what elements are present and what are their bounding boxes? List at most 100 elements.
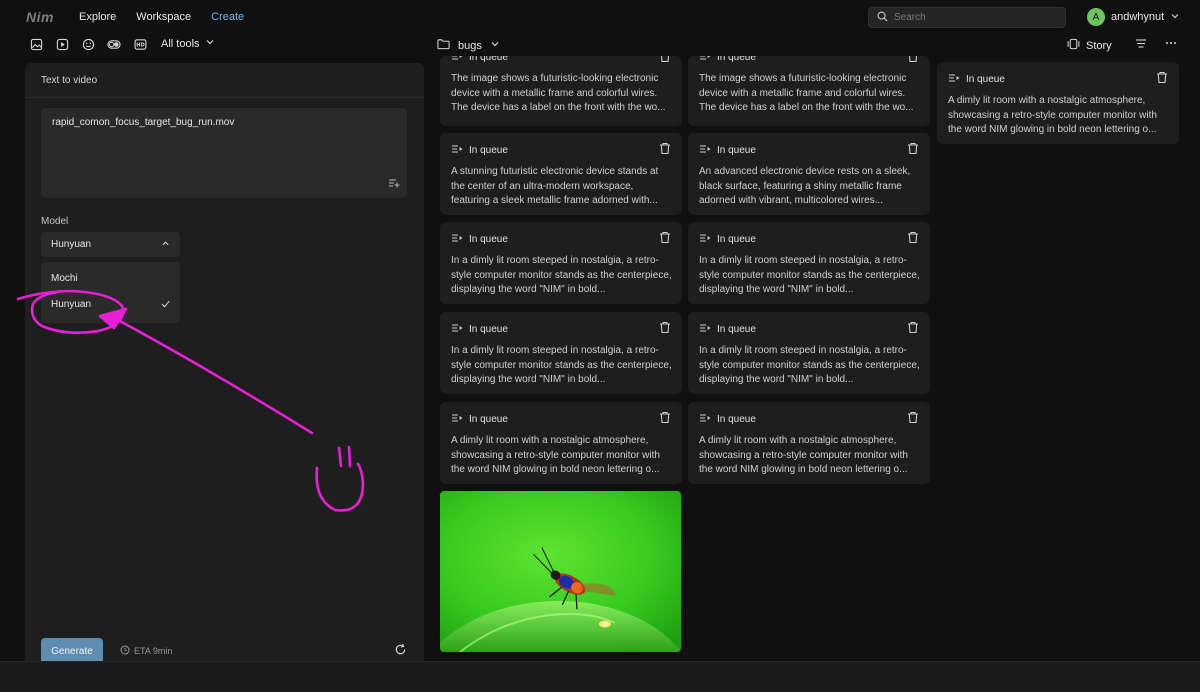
queue-card-prompt: A dimly lit room with a nostalgic atmosp… bbox=[948, 95, 1157, 136]
chevron-down-icon[interactable] bbox=[1170, 11, 1180, 24]
queue-status: In queue bbox=[699, 144, 756, 157]
queue-icon bbox=[699, 56, 711, 64]
nav-explore[interactable]: Explore bbox=[79, 11, 116, 23]
queue-status-label: In queue bbox=[717, 56, 756, 63]
queue-icon bbox=[699, 233, 711, 246]
panel-title: Text to video bbox=[41, 75, 98, 86]
queue-status-label: In queue bbox=[717, 234, 756, 245]
queue-icon bbox=[699, 413, 711, 426]
generated-bug-video[interactable] bbox=[440, 491, 681, 652]
queue-card[interactable]: In queue A stunning futuristic electronic… bbox=[440, 133, 682, 215]
more-options-icon[interactable] bbox=[1165, 36, 1177, 52]
queue-status: In queue bbox=[451, 323, 508, 336]
queue-card-prompt: In a dimly lit room steeped in nostalgia… bbox=[451, 255, 672, 296]
search-box[interactable] bbox=[868, 7, 1066, 28]
prompt-textarea[interactable]: rapid_comon_focus_target_bug_run.mov bbox=[41, 108, 407, 198]
trash-icon[interactable] bbox=[907, 321, 919, 337]
folder-icon bbox=[437, 38, 450, 53]
image-icon[interactable] bbox=[28, 36, 44, 52]
queue-icon bbox=[948, 73, 960, 86]
bug-image bbox=[440, 491, 681, 652]
prompt-text[interactable]: rapid_comon_focus_target_bug_run.mov bbox=[52, 117, 234, 128]
queue-card[interactable]: In queue A dimly lit room with a nostalgi… bbox=[937, 62, 1179, 144]
check-icon bbox=[161, 299, 170, 311]
trash-icon[interactable] bbox=[907, 56, 919, 66]
model-option-mochi[interactable]: Mochi bbox=[51, 273, 78, 284]
queue-status-label: In queue bbox=[469, 414, 508, 425]
queue-card[interactable]: In queue The image shows a futuristic-loo… bbox=[688, 56, 930, 126]
trash-icon[interactable] bbox=[659, 231, 671, 247]
app-logo[interactable]: Nim bbox=[26, 9, 54, 25]
search-input[interactable] bbox=[894, 12, 1054, 23]
model-select[interactable]: Hunyuan bbox=[41, 232, 180, 257]
trash-icon[interactable] bbox=[907, 142, 919, 158]
model-selected-value: Hunyuan bbox=[51, 239, 92, 250]
search-icon bbox=[877, 11, 888, 25]
divider bbox=[25, 97, 424, 98]
queue-card[interactable]: In queue In a dimly lit room steeped in n… bbox=[688, 222, 930, 304]
toolbar: HD All tools bugs Story bbox=[0, 34, 1200, 56]
list-view-icon[interactable] bbox=[1135, 38, 1147, 52]
chevron-down-icon bbox=[490, 39, 500, 52]
queue-icon bbox=[451, 144, 463, 157]
prompt-enhance-icon[interactable] bbox=[388, 178, 400, 191]
queue-card[interactable]: In queue In a dimly lit room steeped in n… bbox=[440, 222, 682, 304]
queue-status: In queue bbox=[451, 233, 508, 246]
queue-status: In queue bbox=[699, 233, 756, 246]
queue-icon bbox=[699, 144, 711, 157]
queue-status-label: In queue bbox=[966, 74, 1005, 85]
nav-create[interactable]: Create bbox=[211, 11, 244, 23]
eta-indicator: ETA 9min bbox=[120, 645, 172, 657]
all-tools-label: All tools bbox=[161, 37, 200, 50]
queue-card[interactable]: In queue The image shows a futuristic-loo… bbox=[440, 56, 682, 126]
trash-icon[interactable] bbox=[907, 231, 919, 247]
trash-icon[interactable] bbox=[659, 411, 671, 427]
trash-icon[interactable] bbox=[907, 411, 919, 427]
nav-workspace[interactable]: Workspace bbox=[136, 11, 191, 23]
toggle-icon[interactable] bbox=[106, 36, 122, 52]
queue-card[interactable]: In queue In a dimly lit room steeped in n… bbox=[688, 312, 930, 394]
text-to-video-panel: Text to video rapid_comon_focus_target_b… bbox=[25, 63, 424, 680]
queue-status-label: In queue bbox=[469, 56, 508, 63]
queue-status: In queue bbox=[699, 413, 756, 426]
queue-status-label: In queue bbox=[717, 414, 756, 425]
svg-text:HD: HD bbox=[136, 42, 145, 48]
folder-selector[interactable]: bugs bbox=[437, 38, 500, 53]
tool-icons: HD bbox=[28, 36, 148, 52]
queue-status: In queue bbox=[451, 56, 508, 64]
queue-card[interactable]: In queue An advanced electronic device re… bbox=[688, 133, 930, 215]
hd-icon[interactable]: HD bbox=[132, 36, 148, 52]
trash-icon[interactable] bbox=[659, 321, 671, 337]
story-button[interactable]: Story bbox=[1086, 40, 1112, 52]
queue-card[interactable]: In queue A dimly lit room with a nostalgi… bbox=[688, 402, 930, 484]
username[interactable]: andwhynut bbox=[1111, 11, 1164, 23]
queue-card[interactable]: In queue A dimly lit room with a nostalgi… bbox=[440, 402, 682, 484]
chevron-down-icon bbox=[205, 37, 215, 50]
trash-icon[interactable] bbox=[659, 142, 671, 158]
trash-icon[interactable] bbox=[659, 56, 671, 66]
model-option-hunyuan[interactable]: Hunyuan bbox=[51, 299, 91, 310]
view-tools: Story bbox=[1067, 38, 1176, 53]
bottom-bar bbox=[0, 661, 1200, 692]
queue-icon bbox=[451, 56, 463, 64]
queue-status-label: In queue bbox=[469, 324, 508, 335]
top-nav: Nim Explore Workspace Create A andwhynut bbox=[0, 0, 1200, 34]
queue-status: In queue bbox=[451, 144, 508, 157]
queue-card-prompt: The image shows a futuristic-looking ele… bbox=[699, 73, 914, 114]
queue-card-prompt: The image shows a futuristic-looking ele… bbox=[451, 73, 666, 114]
avatar[interactable]: A bbox=[1087, 8, 1105, 26]
queue-icon bbox=[451, 323, 463, 336]
all-tools-menu[interactable]: All tools bbox=[161, 37, 215, 50]
queue-card-prompt: In a dimly lit room steeped in nostalgia… bbox=[699, 255, 920, 296]
smiley-icon[interactable] bbox=[80, 36, 96, 52]
queue-card[interactable]: In queue In a dimly lit room steeped in n… bbox=[440, 312, 682, 394]
queue-status-label: In queue bbox=[717, 324, 756, 335]
video-icon[interactable] bbox=[54, 36, 70, 52]
refresh-icon[interactable] bbox=[394, 643, 407, 659]
queue-status: In queue bbox=[699, 56, 756, 64]
queue-card-prompt: An advanced electronic device rests on a… bbox=[699, 166, 911, 207]
eta-text: ETA 9min bbox=[134, 646, 173, 656]
trash-icon[interactable] bbox=[1156, 71, 1168, 87]
user-menu[interactable]: A andwhynut bbox=[1087, 8, 1180, 26]
queue-card-prompt: A dimly lit room with a nostalgic atmosp… bbox=[451, 435, 660, 476]
